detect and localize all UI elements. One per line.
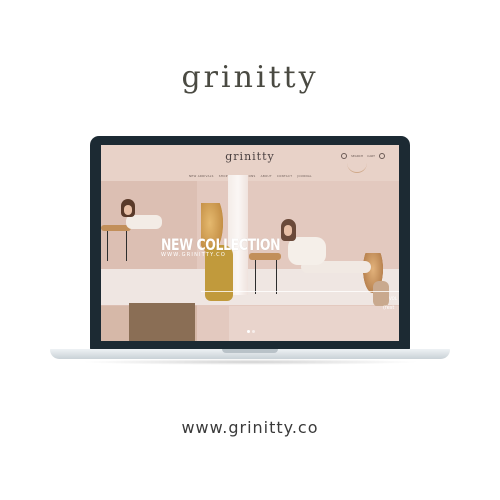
search-icon[interactable] xyxy=(341,153,347,159)
pot-image xyxy=(373,281,389,307)
lamp-image xyxy=(347,163,367,173)
laptop-screen: grinitty SEARCH CART NEW ARRIVALS SHOP C… xyxy=(101,145,399,341)
slider-dot-2[interactable] xyxy=(252,330,255,333)
hero-banner[interactable]: NEW COLLECTION WWW.GRINITTY.CO VOL (fest xyxy=(101,175,399,341)
main-nav: NEW ARRIVALS SHOP COLLECTIONS ABOUT CONT… xyxy=(189,174,312,178)
laptop-notch xyxy=(222,349,278,353)
hero-corner-label: VOL xyxy=(389,296,398,301)
hero-divider xyxy=(201,291,399,292)
nav-item-shop[interactable]: SHOP xyxy=(219,174,228,178)
cart-icon[interactable] xyxy=(379,153,385,159)
model-right-body xyxy=(288,237,326,265)
laptop-shadow xyxy=(80,359,420,365)
hero-bottom-right xyxy=(229,306,399,341)
header-tools: SEARCH CART xyxy=(341,153,385,159)
model-left-face xyxy=(124,205,132,215)
model-right-face xyxy=(284,225,292,236)
footer-url[interactable]: www.grinitty.co xyxy=(0,418,500,437)
hero-subtitle: WWW.GRINITTY.CO xyxy=(161,252,226,258)
stool-right-legs xyxy=(255,260,277,294)
site-header: grinitty SEARCH CART NEW ARRIVALS SHOP C… xyxy=(101,145,399,181)
brand-logo: grinitty xyxy=(181,60,319,95)
nav-item-about[interactable]: ABOUT xyxy=(261,174,272,178)
stool-right xyxy=(249,253,281,260)
nav-item-contact[interactable]: CONTACT xyxy=(277,174,292,178)
slider-dot-1[interactable] xyxy=(247,330,250,333)
slider-dots xyxy=(247,330,255,333)
nav-item-new-arrivals[interactable]: NEW ARRIVALS xyxy=(189,174,214,178)
search-link[interactable]: SEARCH xyxy=(351,154,363,158)
cart-link[interactable]: CART xyxy=(367,154,375,158)
hero-corner-script: (fest xyxy=(383,305,395,311)
stool-left-legs xyxy=(107,231,127,261)
nav-item-journal[interactable]: JOURNAL xyxy=(297,174,312,178)
hero-floor xyxy=(101,269,399,305)
model-left-body xyxy=(126,215,162,229)
hero-bottom-photo xyxy=(129,303,195,341)
